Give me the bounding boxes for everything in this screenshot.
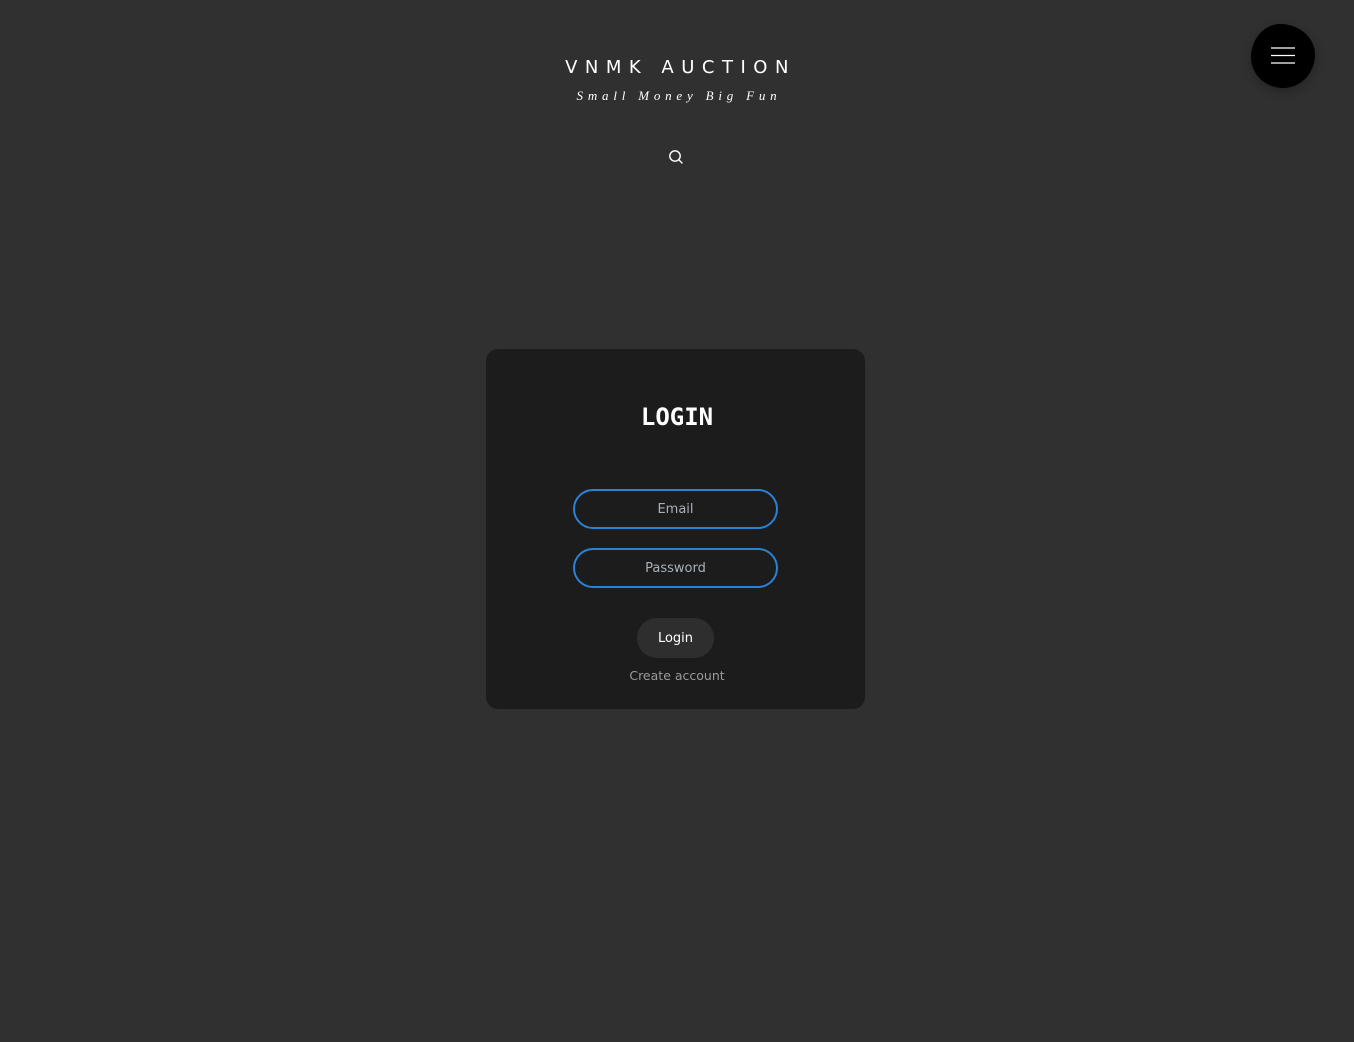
- login-heading: LOGIN: [640, 403, 714, 431]
- login-button[interactable]: Login: [637, 618, 714, 658]
- create-account-row: Create account: [0, 667, 1354, 685]
- menu-button[interactable]: [1251, 24, 1315, 88]
- site-header: VNMK AUCTION Small Money Big Fun: [0, 0, 1354, 190]
- site-title[interactable]: VNMK AUCTION: [0, 56, 1354, 80]
- hamburger-menu-icon: [1271, 47, 1295, 64]
- site-tagline: Small Money Big Fun: [576, 88, 782, 103]
- search-button[interactable]: [667, 148, 685, 166]
- page: VNMK AUCTION Small Money Big Fun LOGIN L…: [0, 0, 1354, 1042]
- search-icon: [669, 150, 683, 164]
- password-input[interactable]: [573, 548, 778, 588]
- create-account-link[interactable]: Create account: [629, 668, 724, 683]
- email-input[interactable]: [573, 489, 778, 529]
